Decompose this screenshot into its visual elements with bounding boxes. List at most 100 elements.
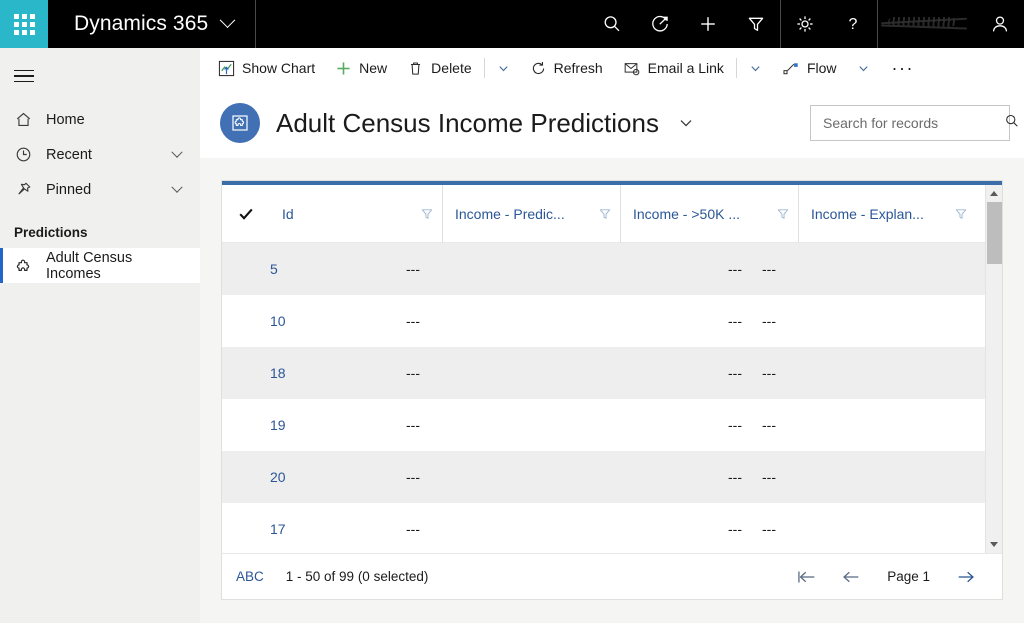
page-header: Adult Census Income Predictions [200,88,1024,158]
assistant-icon[interactable] [636,0,684,48]
search-icon[interactable] [588,0,636,48]
sidebar-item-adult-census-incomes[interactable]: Adult Census Incomes [0,248,200,283]
flow-button[interactable]: Flow [772,48,847,88]
refresh-label: Refresh [554,60,603,76]
record-link[interactable]: 20 [270,469,286,485]
show-chart-icon [218,60,235,77]
first-page-button[interactable] [785,557,829,597]
search-icon-small[interactable] [1004,113,1020,134]
alpha-index-button[interactable]: ABC [236,569,264,584]
refresh-button[interactable]: Refresh [520,48,613,88]
column-header-id[interactable]: Id [270,185,442,243]
cell-income-prediction: --- [394,347,572,399]
email-dropdown-button[interactable] [739,62,772,75]
brand-area[interactable]: Dynamics 365 [48,0,256,48]
site-map-button[interactable] [0,56,48,96]
filter-icon-income-over-50k[interactable] [768,207,798,221]
table-row[interactable]: 17 --- --- --- [222,503,985,555]
scroll-up-arrow-icon[interactable] [986,185,1003,202]
table-row[interactable]: 20 --- --- --- [222,451,985,503]
cell-id[interactable]: 19 [222,399,394,451]
new-label: New [359,60,387,76]
grid-columns-area: Id Income - Predic... Income - >50K ... [222,185,985,553]
grid-vertical-scrollbar[interactable] [985,185,1002,553]
filter-icon-id[interactable] [412,207,442,221]
filter-icon[interactable] [732,0,780,48]
new-button[interactable]: New [325,48,397,88]
scroll-down-arrow-icon[interactable] [986,536,1003,553]
email-a-link-button[interactable]: Email a Link [613,48,734,88]
cell-income-over-50k: --- [572,243,750,295]
cell-id[interactable]: 5 [222,243,394,295]
email-link-icon [623,60,641,77]
next-page-button[interactable] [944,557,988,597]
appbar-icon-group: ? [588,0,1024,48]
more-commands-button[interactable]: ··· [880,59,926,77]
view-selector-chevron-icon[interactable] [677,114,695,132]
app-bar: Dynamics 365 ? [0,0,1024,48]
clock-icon [0,145,46,164]
user-avatar-icon[interactable] [976,0,1024,48]
command-separator-2 [736,58,737,78]
sidebar-item-home-label: Home [46,112,188,128]
show-chart-label: Show Chart [242,60,315,76]
cell-id[interactable]: 10 [222,295,394,347]
delete-dropdown-button[interactable] [487,62,520,75]
record-link[interactable]: 18 [270,365,286,381]
plus-icon [335,60,352,77]
sidebar: Home Recent Pinned Predictions Adult Cen… [0,48,200,623]
record-link[interactable]: 19 [270,417,286,433]
column-header-income-over-50k-label: Income - >50K ... [633,206,768,222]
record-link[interactable]: 10 [270,313,286,329]
filter-icon-income-explanation[interactable] [946,207,976,221]
chevron-down-icon-pinned[interactable] [166,186,188,194]
quick-create-icon[interactable] [684,0,732,48]
flow-dropdown-button[interactable] [847,62,880,75]
chevron-down-icon[interactable] [220,12,236,28]
cell-id[interactable]: 20 [222,451,394,503]
help-icon[interactable]: ? [829,0,877,48]
table-row[interactable]: 5 --- --- --- [222,243,985,295]
filter-icon-income-prediction[interactable] [590,207,620,221]
cell-income-over-50k: --- [572,503,750,555]
cell-income-over-50k: --- [572,295,750,347]
column-header-income-prediction[interactable]: Income - Predic... [442,185,620,243]
previous-page-button[interactable] [829,557,873,597]
sidebar-item-home[interactable]: Home [0,102,200,137]
record-link[interactable]: 17 [270,521,286,537]
trash-icon [407,60,424,77]
column-header-income-explanation[interactable]: Income - Explan... [798,185,976,243]
search-input[interactable] [823,115,1004,131]
record-count-status: 1 - 50 of 99 (0 selected) [286,569,429,584]
chevron-down-icon-recent[interactable] [166,151,188,159]
command-bar: Show Chart New Delete Refresh Email a Li… [200,48,1024,88]
table-row[interactable]: 19 --- --- --- [222,399,985,451]
sidebar-item-pinned[interactable]: Pinned [0,172,200,207]
show-chart-button[interactable]: Show Chart [208,48,325,88]
cell-id[interactable]: 18 [222,347,394,399]
app-launcher-button[interactable] [0,0,48,48]
scrollbar-track[interactable] [986,202,1003,536]
cell-income-over-50k: --- [572,451,750,503]
grid-body: Id Income - Predic... Income - >50K ... [222,185,1002,553]
column-header-income-prediction-label: Income - Predic... [455,206,590,222]
cell-income-prediction: --- [394,451,572,503]
record-link[interactable]: 5 [270,261,278,277]
table-row[interactable]: 18 --- --- --- [222,347,985,399]
delete-button[interactable]: Delete [397,48,481,88]
cell-income-over-50k: --- [572,399,750,451]
cell-id[interactable]: 17 [222,503,394,555]
page-title: Adult Census Income Predictions [276,108,659,139]
cell-income-prediction: --- [394,295,572,347]
sidebar-item-recent[interactable]: Recent [0,137,200,172]
table-row[interactable]: 10 --- --- --- [222,295,985,347]
search-box[interactable] [810,105,1010,141]
select-all-checkbox[interactable] [222,205,270,223]
scrollbar-thumb[interactable] [987,202,1002,264]
refresh-icon [530,60,547,77]
column-header-income-over-50k[interactable]: Income - >50K ... [620,185,798,243]
home-icon [0,110,46,129]
column-header-income-explanation-label: Income - Explan... [811,206,946,222]
settings-gear-icon[interactable] [781,0,829,48]
column-header-id-label: Id [282,206,412,222]
